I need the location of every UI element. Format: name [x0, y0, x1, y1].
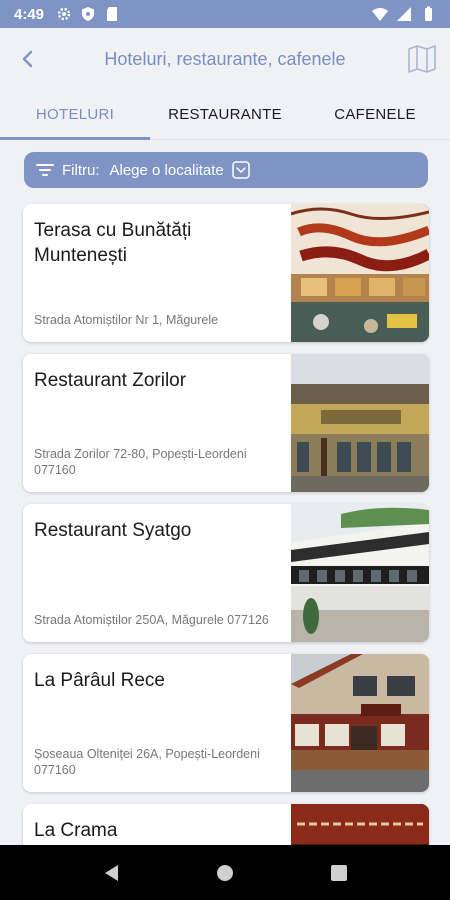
location-filter[interactable]: Filtru: Alege o localitate — [24, 152, 428, 188]
status-bar: 4:49 — [0, 0, 450, 28]
tab-hoteluri[interactable]: HOTELURI — [0, 90, 150, 140]
list-item-text: Restaurant Zorilor Strada Zorilor 72-80,… — [23, 354, 291, 492]
chevron-down-icon[interactable] — [232, 161, 250, 179]
place-name: Restaurant Zorilor — [34, 370, 187, 391]
back-button[interactable] — [0, 31, 56, 87]
map-button[interactable] — [394, 31, 450, 87]
nav-back-icon[interactable] — [102, 863, 120, 883]
back-arrow-icon — [22, 50, 33, 68]
tab-cafenele[interactable]: CAFENELE — [300, 90, 450, 139]
shield-icon — [82, 7, 95, 21]
restaurant-building-image — [291, 504, 429, 642]
list-item[interactable]: La Pârâul Rece Șoseaua Olteniței 26A, Po… — [23, 654, 429, 792]
place-name: La Pârâul Rece — [34, 670, 165, 691]
list-item-text: Restaurant Syatgo Strada Atomiștilor 250… — [23, 504, 291, 642]
place-address: Șoseaua Olteniței 26A, Popești-Leordeni … — [34, 747, 260, 777]
nav-recents-icon[interactable] — [330, 864, 348, 882]
settings-icon — [57, 7, 71, 21]
place-name: Terasa cu Bunătăți Muntenești — [34, 220, 192, 266]
place-name: Restaurant Syatgo — [34, 520, 192, 541]
list-item[interactable]: Terasa cu Bunătăți Muntenești Strada Ato… — [23, 204, 429, 342]
place-name: La Crama — [34, 820, 118, 841]
place-address: Strada Zorilor 72-80, Popești-Leordeni 0… — [34, 447, 247, 477]
map-icon — [408, 45, 436, 73]
system-nav-bar — [0, 845, 450, 900]
place-address: Strada Atomiștilor 250A, Măgurele 077126 — [34, 613, 269, 627]
filter-value[interactable]: Alege o localitate — [110, 162, 224, 179]
category-tabs: HOTELURI RESTAURANTE CAFENELE — [0, 90, 450, 140]
list-item-text: Terasa cu Bunătăți Muntenești Strada Ato… — [23, 204, 291, 342]
sd-card-icon — [107, 7, 118, 21]
tab-restaurante[interactable]: RESTAURANTE — [150, 90, 300, 139]
filter-label: Filtru: — [62, 161, 100, 179]
battery-icon — [425, 6, 432, 21]
nav-home-icon[interactable] — [215, 863, 235, 883]
app-header: Hoteluri, restaurante, cafenele — [0, 28, 450, 90]
status-time: 4:49 — [14, 5, 45, 23]
signal-icon — [397, 7, 411, 21]
list-item-text: La Pârâul Rece Șoseaua Olteniței 26A, Po… — [23, 654, 291, 792]
list-item[interactable]: Restaurant Syatgo Strada Atomiștilor 250… — [23, 504, 429, 642]
restaurant-exterior-image — [291, 654, 429, 792]
filter-icon — [36, 163, 54, 177]
building-facade-image — [291, 354, 429, 492]
place-address: Strada Atomiștilor Nr 1, Măgurele — [34, 313, 219, 327]
list-item[interactable]: Restaurant Zorilor Strada Zorilor 72-80,… — [23, 354, 429, 492]
terrace-sign-image — [291, 204, 429, 342]
wifi-icon — [372, 8, 388, 21]
page-title: Hoteluri, restaurante, cafenele — [104, 48, 346, 69]
